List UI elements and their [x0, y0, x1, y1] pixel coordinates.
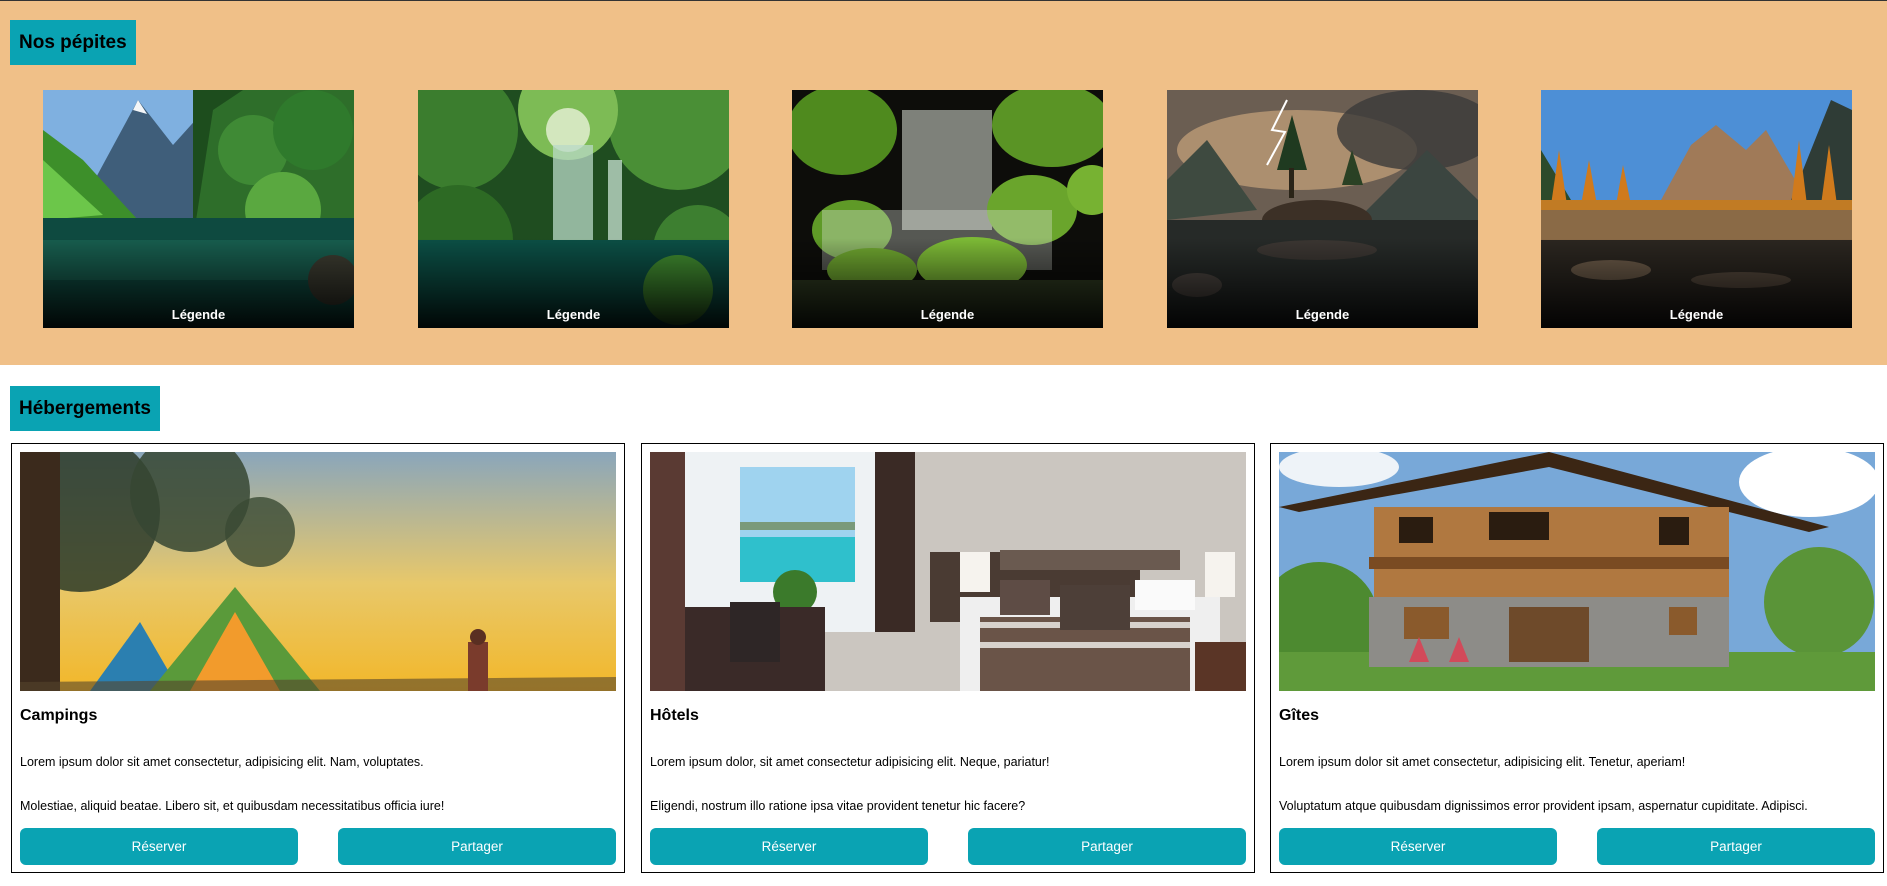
pepite-caption-2: Légende: [546, 307, 601, 322]
share-button[interactable]: Partager: [1597, 828, 1875, 865]
card-title: Gîtes: [1279, 707, 1320, 724]
pepite-card-2[interactable]: Légende: [418, 90, 729, 328]
campings-image: [20, 452, 616, 691]
pepite-caption-3: Légende: [920, 307, 975, 322]
card-text-2: Molestiae, aliquid beatae. Libero sit, e…: [20, 799, 445, 813]
card-title: Campings: [20, 707, 98, 724]
reserve-button[interactable]: Réserver: [20, 828, 298, 865]
pepite-caption-5: Légende: [1669, 307, 1724, 322]
card-text-2: Eligendi, nostrum illo ratione ipsa vita…: [650, 799, 1026, 813]
reserve-button[interactable]: Réserver: [650, 828, 928, 865]
share-button[interactable]: Partager: [968, 828, 1246, 865]
pepite-caption-4: Légende: [1295, 307, 1350, 322]
accommodation-card-gites: Gîtes Lorem ipsum dolor sit amet consect…: [1270, 443, 1884, 873]
card-title: Hôtels: [650, 707, 699, 724]
pepite-card-5[interactable]: Légende: [1541, 90, 1852, 328]
pepites-section: Nos pépites Légende Légende Légende Lége…: [0, 0, 1887, 365]
reserve-button[interactable]: Réserver: [1279, 828, 1557, 865]
pepite-card-3[interactable]: Légende: [792, 90, 1103, 328]
share-button[interactable]: Partager: [338, 828, 616, 865]
hebergements-heading: Hébergements: [10, 386, 160, 431]
pepite-card-1[interactable]: Légende: [43, 90, 354, 328]
card-text-1: Lorem ipsum dolor sit amet consectetur, …: [1279, 755, 1686, 769]
pepites-heading: Nos pépites: [10, 20, 136, 65]
accommodation-card-campings: Campings Lorem ipsum dolor sit amet cons…: [11, 443, 625, 873]
card-text-1: Lorem ipsum dolor, sit amet consectetur …: [650, 755, 1050, 769]
accommodation-card-hotels: Hôtels Lorem ipsum dolor, sit amet conse…: [641, 443, 1255, 873]
card-text-2: Voluptatum atque quibusdam dignissimos e…: [1279, 799, 1808, 813]
gites-image: [1279, 452, 1875, 691]
pepite-caption-1: Légende: [171, 307, 226, 322]
hotels-image: [650, 452, 1246, 691]
card-text-1: Lorem ipsum dolor sit amet consectetur, …: [20, 755, 424, 769]
pepite-card-4[interactable]: Légende: [1167, 90, 1478, 328]
